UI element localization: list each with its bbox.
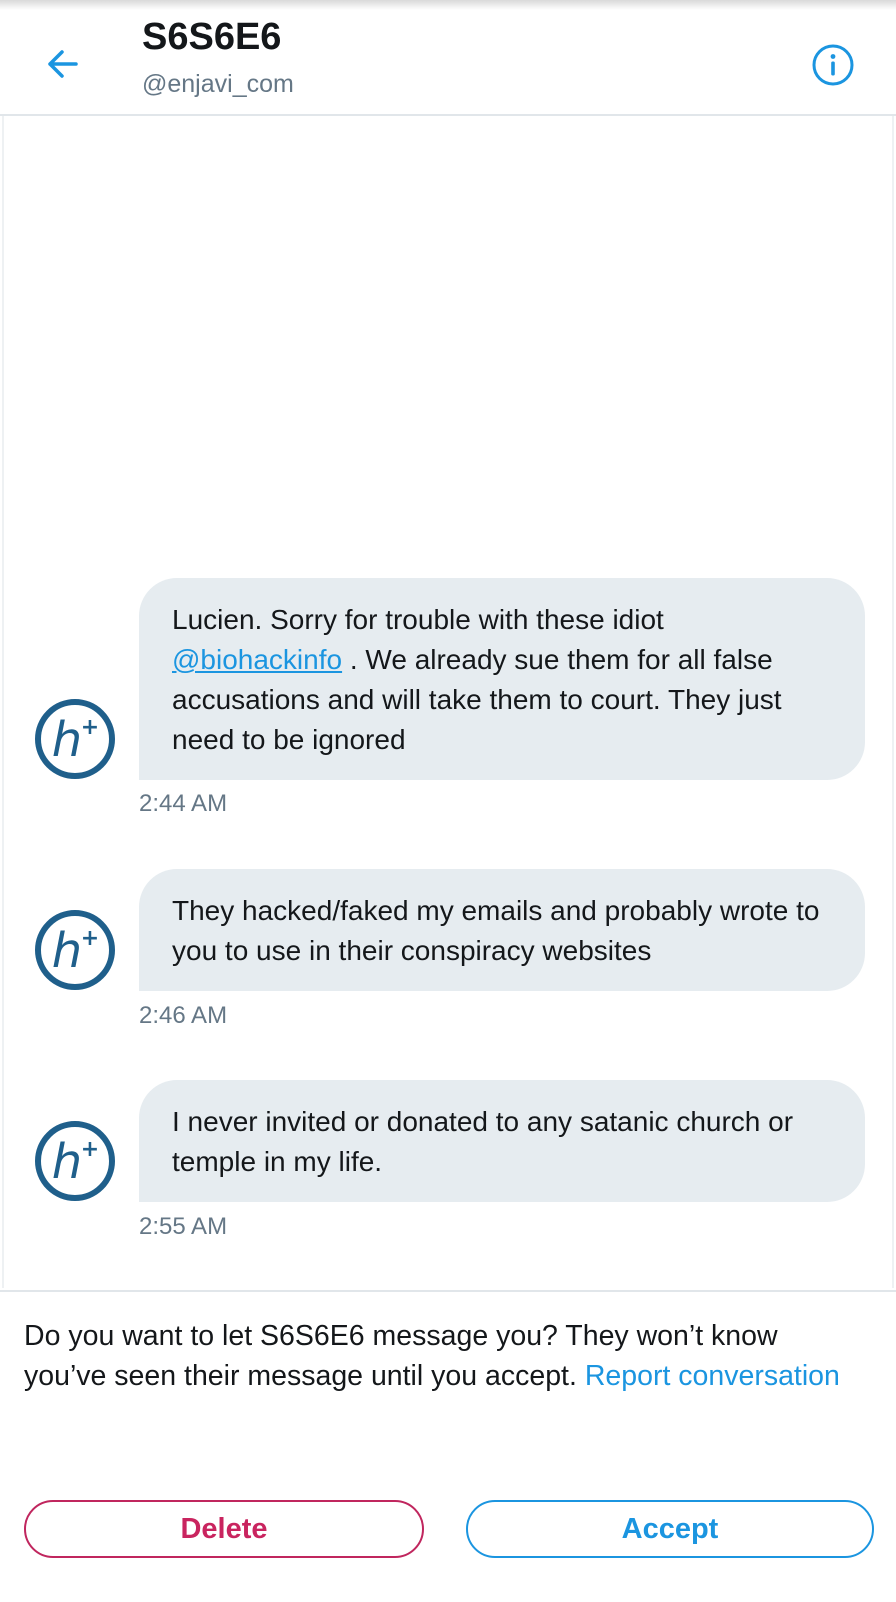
message-timestamp: 2:55 AM bbox=[139, 1213, 228, 1240]
mention-link[interactable]: @biohackinfo bbox=[172, 644, 342, 675]
message-bubble[interactable]: I never invited or donated to any satani… bbox=[139, 1080, 865, 1202]
conversation-header: S6S6E6 @enjavi_com bbox=[0, 10, 896, 116]
info-circle-icon bbox=[812, 44, 854, 86]
avatar[interactable]: h + bbox=[34, 1120, 116, 1202]
info-button[interactable] bbox=[808, 40, 858, 90]
status-bar-shadow bbox=[0, 0, 896, 10]
conversation-title: S6S6E6 bbox=[142, 16, 282, 58]
avatar[interactable]: h + bbox=[34, 909, 116, 991]
svg-text:+: + bbox=[81, 1137, 99, 1162]
message-timestamp: 2:46 AM bbox=[139, 1002, 228, 1029]
report-conversation-link[interactable]: Report conversation bbox=[585, 1360, 840, 1392]
conversation-handle: @enjavi_com bbox=[142, 70, 294, 98]
message-bubble[interactable]: Lucien. Sorry for trouble with these idi… bbox=[139, 578, 865, 780]
svg-text:h: h bbox=[52, 923, 82, 979]
message-text: I never invited or donated to any satani… bbox=[172, 1106, 794, 1177]
message-timestamp: 2:44 AM bbox=[139, 790, 228, 817]
message-bubble[interactable]: They hacked/faked my emails and probably… bbox=[139, 869, 865, 991]
message-text: They hacked/faked my emails and probably… bbox=[172, 895, 820, 966]
message-text: Lucien. Sorry for trouble with these idi… bbox=[172, 604, 664, 635]
delete-button[interactable]: Delete bbox=[24, 1500, 424, 1558]
arrow-left-icon bbox=[48, 50, 78, 78]
svg-text:h: h bbox=[52, 712, 82, 768]
message-request-prompt: Do you want to let S6S6E6 message you? T… bbox=[24, 1316, 844, 1396]
back-button[interactable] bbox=[34, 36, 90, 92]
avatar[interactable]: h + bbox=[34, 698, 116, 780]
message-request-panel: Do you want to let S6S6E6 message you? T… bbox=[0, 1290, 896, 1602]
accept-button[interactable]: Accept bbox=[466, 1500, 874, 1558]
svg-text:+: + bbox=[81, 715, 99, 740]
svg-text:+: + bbox=[81, 926, 99, 951]
svg-text:h: h bbox=[52, 1134, 82, 1190]
